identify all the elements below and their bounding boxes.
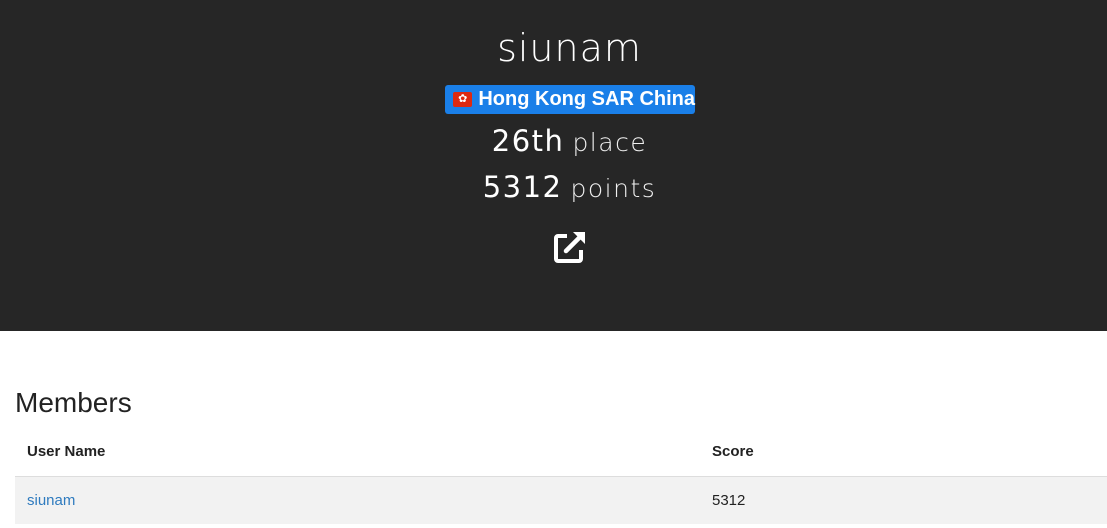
team-points: 5312 points <box>0 170 1107 204</box>
member-link[interactable]: siunam <box>27 492 75 509</box>
hong-kong-flag-icon: ✿ <box>453 92 473 107</box>
column-header-score[interactable]: Score <box>700 427 1107 477</box>
table-row: siunam 5312 <box>15 476 1107 524</box>
country-label: Hong Kong SAR China <box>478 88 695 110</box>
team-place: 26th place <box>0 124 1107 158</box>
team-header: siunam ✿ Hong Kong SAR China 26th place 5… <box>0 0 1107 331</box>
members-heading: Members <box>15 387 132 418</box>
points-unit: points <box>570 174 657 203</box>
place-unit: place <box>572 128 648 157</box>
table-header-row: User Name Score <box>15 427 1107 477</box>
column-header-user-name[interactable]: User Name <box>15 427 700 477</box>
score-cell: 5312 <box>712 491 746 509</box>
team-name: siunam <box>497 26 642 70</box>
external-link-icon[interactable] <box>553 230 587 264</box>
user-name-cell: siunam <box>15 476 700 524</box>
members-table: User Name Score siunam 5312 <box>15 427 1107 524</box>
place-value: 26th <box>491 124 565 158</box>
points-value: 5312 <box>482 170 563 204</box>
country-badge[interactable]: ✿ Hong Kong SAR China <box>445 85 695 114</box>
